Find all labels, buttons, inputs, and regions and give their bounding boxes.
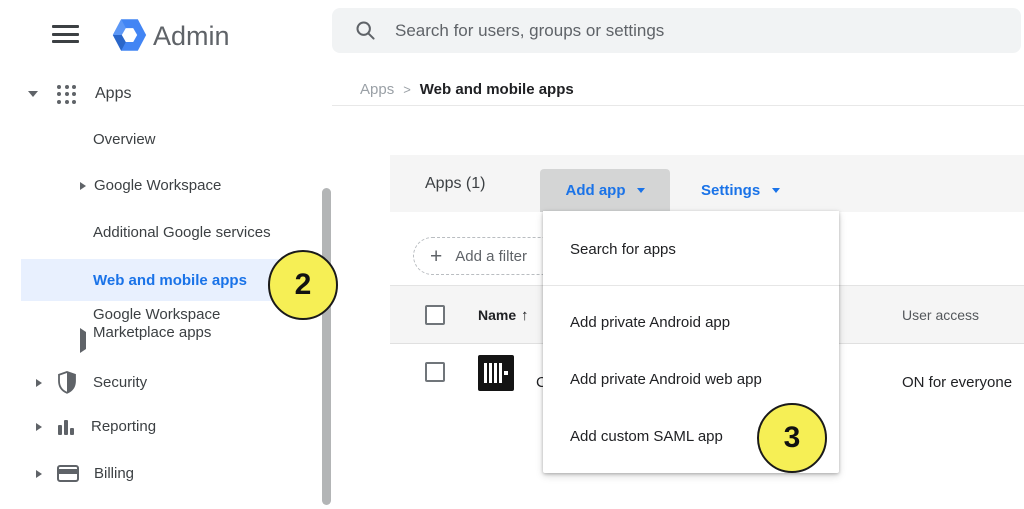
breadcrumb-separator: > bbox=[403, 82, 411, 97]
sidebar-scrollbar[interactable] bbox=[322, 188, 331, 505]
sidebar-item-label: Google Workspace Marketplace apps bbox=[93, 306, 265, 342]
menu-item-add-private-android-web-app[interactable]: Add private Android web app bbox=[543, 357, 839, 401]
breadcrumb-current: Web and mobile apps bbox=[420, 81, 574, 98]
chevron-down-icon bbox=[637, 188, 645, 193]
global-search-bar[interactable] bbox=[332, 8, 1021, 53]
credit-card-icon bbox=[57, 465, 79, 482]
add-filter-label: Add a filter bbox=[455, 248, 527, 265]
add-app-button[interactable]: Add app bbox=[540, 169, 670, 212]
sidebar-item-label: Overview bbox=[93, 131, 156, 148]
chevron-down-icon[interactable] bbox=[28, 91, 38, 97]
sidebar-item-marketplace-apps[interactable]: Google Workspace Marketplace apps bbox=[93, 306, 265, 342]
sidebar-item-apps-root[interactable]: Apps bbox=[0, 80, 320, 108]
chevron-right-icon[interactable] bbox=[80, 332, 86, 350]
sidebar-item-billing[interactable]: Billing bbox=[36, 465, 134, 482]
app-logo-icon bbox=[478, 355, 514, 391]
shield-icon bbox=[57, 371, 77, 394]
sidebar-item-overview[interactable]: Overview bbox=[93, 131, 156, 148]
sidebar-item-label: Google Workspace bbox=[94, 177, 221, 194]
menu-item-search-for-apps[interactable]: Search for apps bbox=[543, 227, 839, 271]
plus-icon: + bbox=[430, 246, 442, 267]
column-header-name[interactable]: Name bbox=[478, 286, 516, 344]
chevron-right-icon[interactable] bbox=[36, 379, 42, 387]
sidebar-item-security[interactable]: Security bbox=[36, 371, 147, 394]
row-checkbox[interactable] bbox=[425, 362, 445, 382]
bar-chart-icon bbox=[58, 419, 76, 435]
apps-count-label: Apps (1) bbox=[425, 155, 485, 212]
add-app-label: Add app bbox=[566, 182, 626, 199]
sidebar-item-reporting[interactable]: Reporting bbox=[36, 418, 156, 435]
product-name: Admin bbox=[153, 17, 230, 55]
add-filter-chip[interactable]: + Add a filter bbox=[413, 237, 563, 275]
settings-label: Settings bbox=[701, 182, 760, 199]
chevron-right-icon[interactable] bbox=[80, 182, 86, 190]
sidebar-item-additional-google-services[interactable]: Additional Google services bbox=[93, 224, 271, 241]
menu-item-label: Add custom SAML app bbox=[570, 428, 723, 445]
menu-item-add-private-android-app[interactable]: Add private Android app bbox=[543, 300, 839, 344]
apps-list-toolbar: Apps (1) Add app Settings bbox=[390, 155, 1024, 212]
sort-ascending-icon[interactable]: ↑ bbox=[521, 286, 529, 344]
annotation-step-2-badge: 2 bbox=[268, 250, 338, 320]
sidebar-item-google-workspace[interactable]: Google Workspace bbox=[80, 177, 221, 194]
sidebar-item-web-and-mobile-apps[interactable]: Web and mobile apps bbox=[21, 259, 310, 301]
search-input[interactable] bbox=[376, 21, 1021, 41]
chevron-right-icon[interactable] bbox=[36, 423, 42, 431]
column-header-user-access[interactable]: User access bbox=[902, 286, 979, 344]
search-icon bbox=[355, 20, 376, 41]
sidebar-item-label: Reporting bbox=[91, 418, 156, 435]
breadcrumb-parent[interactable]: Apps bbox=[360, 81, 394, 98]
hamburger-menu-icon[interactable] bbox=[52, 25, 79, 43]
menu-item-label: Add private Android app bbox=[570, 314, 730, 331]
select-all-checkbox[interactable] bbox=[425, 305, 445, 325]
chevron-right-icon[interactable] bbox=[36, 470, 42, 478]
menu-item-label: Search for apps bbox=[570, 241, 676, 258]
sidebar-item-label: Security bbox=[93, 374, 147, 391]
sidebar-root-label: Apps bbox=[95, 85, 131, 103]
breadcrumb-divider bbox=[332, 105, 1024, 106]
admin-console-window: Admin Apps > Web and mobile apps Apps Ov… bbox=[0, 0, 1024, 509]
user-access-value: ON for everyone bbox=[902, 345, 1012, 420]
annotation-step-3-badge: 3 bbox=[757, 403, 827, 473]
sidebar-item-label: Additional Google services bbox=[93, 224, 271, 241]
google-admin-logo-icon bbox=[111, 15, 148, 60]
apps-grid-icon bbox=[57, 85, 76, 104]
menu-divider bbox=[543, 285, 839, 286]
settings-button[interactable]: Settings bbox=[695, 169, 786, 212]
sidebar-item-label: Billing bbox=[94, 465, 134, 482]
menu-item-label: Add private Android web app bbox=[570, 371, 762, 388]
sidebar-item-label-active: Web and mobile apps bbox=[93, 259, 247, 301]
breadcrumb: Apps > Web and mobile apps bbox=[360, 78, 574, 100]
chevron-down-icon bbox=[772, 188, 780, 193]
